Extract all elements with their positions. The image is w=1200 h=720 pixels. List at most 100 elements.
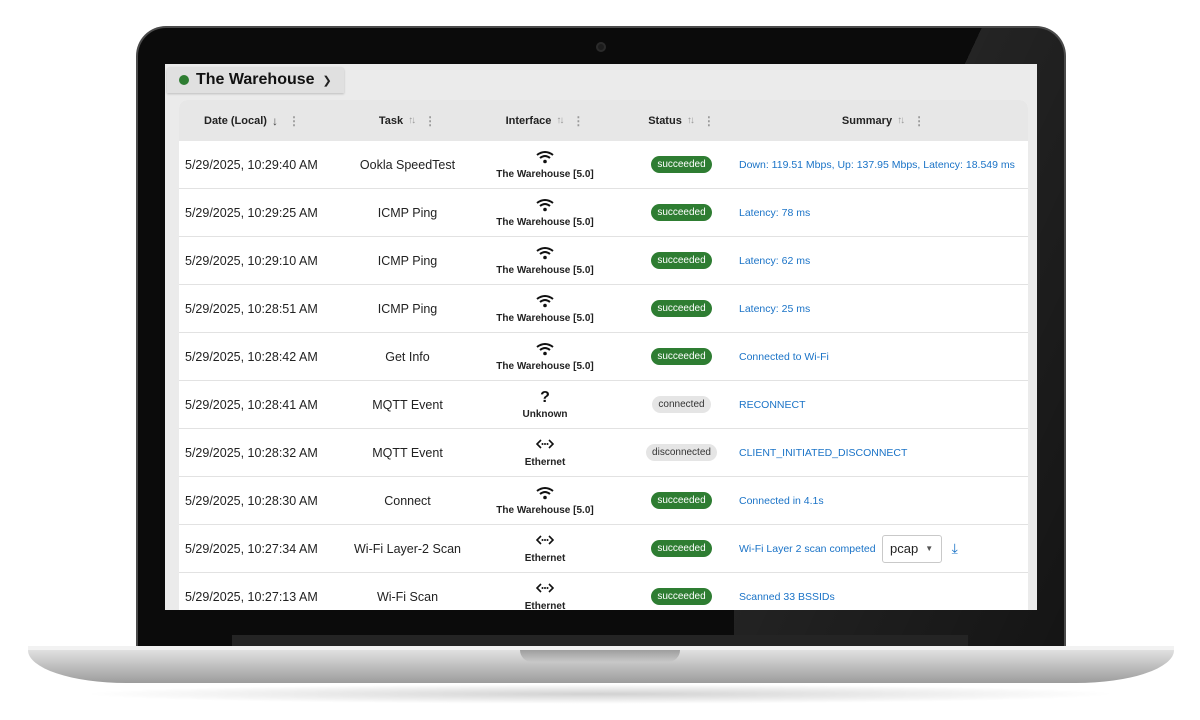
table-row[interactable]: 5/29/2025, 10:28:32 AM MQTT Event Ethernet… (179, 429, 1028, 477)
column-menu-icon[interactable]: ⋮ (913, 114, 925, 128)
status-badge: succeeded (651, 588, 712, 605)
date-value: 5/29/2025, 10:28:32 AM (185, 445, 318, 460)
column-header-summary[interactable]: Summary ↑↓ ⋮ (739, 114, 1028, 128)
date-value: 5/29/2025, 10:29:25 AM (185, 205, 318, 220)
column-menu-icon[interactable]: ⋮ (703, 114, 715, 128)
task-cell: Ookla SpeedTest (349, 158, 466, 172)
interface-label: The Warehouse [5.0] (496, 312, 594, 324)
sort-icon[interactable]: ↑↓ (556, 115, 564, 126)
interface-label: The Warehouse [5.0] (496, 360, 594, 372)
site-name: The Warehouse (196, 71, 315, 88)
summary-link[interactable]: Latency: 78 ms (739, 207, 810, 219)
table-row[interactable]: 5/29/2025, 10:29:25 AM ICMP Ping The Wareh… (179, 189, 1028, 237)
ethernet-icon (536, 438, 554, 453)
column-header-interface[interactable]: Interface ↑↓ ⋮ (466, 114, 624, 128)
date-cell: 5/29/2025, 10:28:32 AM (179, 446, 349, 460)
summary-link[interactable]: Latency: 25 ms (739, 303, 810, 315)
task-value: ICMP Ping (377, 301, 438, 316)
interface-label: Ethernet (524, 456, 566, 468)
column-header-date[interactable]: Date (Local) ↓ ⋮ (179, 114, 349, 128)
task-value: ICMP Ping (377, 253, 438, 268)
task-cell: Connect (349, 494, 466, 508)
interface-cell: The Warehouse [5.0] (466, 198, 624, 228)
table-row[interactable]: 5/29/2025, 10:28:41 AM MQTT Event? Unknown… (179, 381, 1028, 429)
column-menu-icon[interactable]: ⋮ (424, 114, 436, 128)
date-cell: 5/29/2025, 10:29:10 AM (179, 254, 349, 268)
task-cell: Get Info (349, 350, 466, 364)
summary-link[interactable]: Connected in 4.1s (739, 495, 824, 507)
status-cell: succeeded (624, 348, 739, 365)
table-row[interactable]: 5/29/2025, 10:28:51 AM ICMP Ping The Wareh… (179, 285, 1028, 333)
site-selector[interactable]: The Warehouse ❯ (167, 67, 344, 93)
table-row[interactable]: 5/29/2025, 10:27:13 AM Wi-Fi Scan Ethernet… (179, 573, 1028, 610)
wifi-icon (536, 246, 554, 261)
task-cell: MQTT Event (349, 398, 466, 412)
status-cell: disconnected (624, 444, 739, 461)
table-row[interactable]: 5/29/2025, 10:28:30 AM Connect The Warehou… (179, 477, 1028, 525)
table-row[interactable]: 5/29/2025, 10:29:10 AM ICMP Ping The Wareh… (179, 237, 1028, 285)
summary-cell: Connected in 4.1s (739, 495, 1028, 507)
column-menu-icon[interactable]: ⋮ (572, 114, 584, 128)
download-icon[interactable]: ⤓ (952, 540, 958, 557)
summary-cell: Latency: 78 ms (739, 207, 1028, 219)
column-label-task: Task (378, 114, 404, 127)
date-value: 5/29/2025, 10:28:41 AM (185, 397, 318, 412)
task-cell: ICMP Ping (349, 254, 466, 268)
summary-link[interactable]: RECONNECT (739, 399, 806, 411)
summary-link[interactable]: Wi-Fi Layer 2 scan competed (739, 543, 876, 555)
task-cell: ICMP Ping (349, 206, 466, 220)
wifi-icon (536, 486, 554, 501)
column-label-status: Status (648, 114, 682, 127)
table-row[interactable]: 5/29/2025, 10:27:34 AM Wi-Fi Layer-2 Scan… (179, 525, 1028, 573)
status-badge: succeeded (651, 348, 712, 365)
interface-cell: Ethernet (466, 438, 624, 468)
summary-link[interactable]: Connected to Wi-Fi (739, 351, 829, 363)
results-table: Date (Local) ↓ ⋮ Task ↑↓ ⋮ Interface ↑↓ … (179, 100, 1028, 610)
question-icon: ? (540, 388, 550, 406)
status-cell: connected (624, 396, 739, 413)
interface-cell: The Warehouse [5.0] (466, 486, 624, 516)
column-header-status[interactable]: Status ↑↓ ⋮ (624, 114, 739, 128)
summary-link[interactable]: Down: 119.51 Mbps, Up: 137.95 Mbps, Late… (739, 159, 1015, 171)
interface-cell: Ethernet (466, 534, 624, 564)
table-header: Date (Local) ↓ ⋮ Task ↑↓ ⋮ Interface ↑↓ … (179, 100, 1028, 141)
interface-cell: ? Unknown (466, 388, 624, 420)
sort-icon[interactable]: ↑↓ (897, 115, 905, 126)
sort-icon[interactable]: ↑↓ (408, 115, 416, 126)
summary-cell: Scanned 33 BSSIDs (739, 591, 1028, 603)
table-row[interactable]: 5/29/2025, 10:29:40 AM Ookla SpeedTest The… (179, 141, 1028, 189)
column-label-interface: Interface (505, 114, 552, 127)
online-status-dot (179, 75, 189, 85)
task-cell: ICMP Ping (349, 302, 466, 316)
laptop-notch (520, 650, 680, 662)
date-cell: 5/29/2025, 10:29:40 AM (179, 158, 349, 172)
status-badge: succeeded (651, 156, 712, 173)
sort-descending-icon[interactable]: ↓ (272, 114, 278, 128)
summary-cell: Down: 119.51 Mbps, Up: 137.95 Mbps, Late… (739, 159, 1028, 171)
screen: The Warehouse ❯ Date (Local) ↓ ⋮ Task ↑↓… (165, 64, 1037, 610)
interface-cell: Ethernet (466, 582, 624, 610)
date-cell: 5/29/2025, 10:27:13 AM (179, 590, 349, 604)
ethernet-icon (536, 582, 554, 597)
status-cell: succeeded (624, 156, 739, 173)
task-value: Get Info (385, 349, 430, 364)
summary-cell: Wi-Fi Layer 2 scan competed pcap ▼ ⤓ (739, 534, 1028, 563)
summary-link[interactable]: CLIENT_INITIATED_DISCONNECT (739, 447, 907, 459)
interface-cell: The Warehouse [5.0] (466, 246, 624, 276)
chevron-down-icon: ❯ (322, 74, 332, 87)
interface-cell: The Warehouse [5.0] (466, 342, 624, 372)
summary-link[interactable]: Latency: 62 ms (739, 255, 810, 267)
date-cell: 5/29/2025, 10:28:42 AM (179, 350, 349, 364)
task-value: Wi-Fi Layer-2 Scan (354, 541, 461, 556)
capture-format-value: pcap (890, 541, 919, 556)
table-row[interactable]: 5/29/2025, 10:28:42 AM Get Info The Wareho… (179, 333, 1028, 381)
column-menu-icon[interactable]: ⋮ (288, 114, 300, 128)
column-header-task[interactable]: Task ↑↓ ⋮ (349, 114, 466, 128)
summary-link[interactable]: Scanned 33 BSSIDs (739, 591, 835, 603)
date-cell: 5/29/2025, 10:28:51 AM (179, 302, 349, 316)
sort-icon[interactable]: ↑↓ (687, 115, 695, 126)
capture-format-select[interactable]: pcap ▼ (881, 534, 942, 563)
summary-cell: Latency: 62 ms (739, 255, 1028, 267)
status-cell: succeeded (624, 492, 739, 509)
table-body: 5/29/2025, 10:29:40 AM Ookla SpeedTest The… (179, 141, 1028, 610)
